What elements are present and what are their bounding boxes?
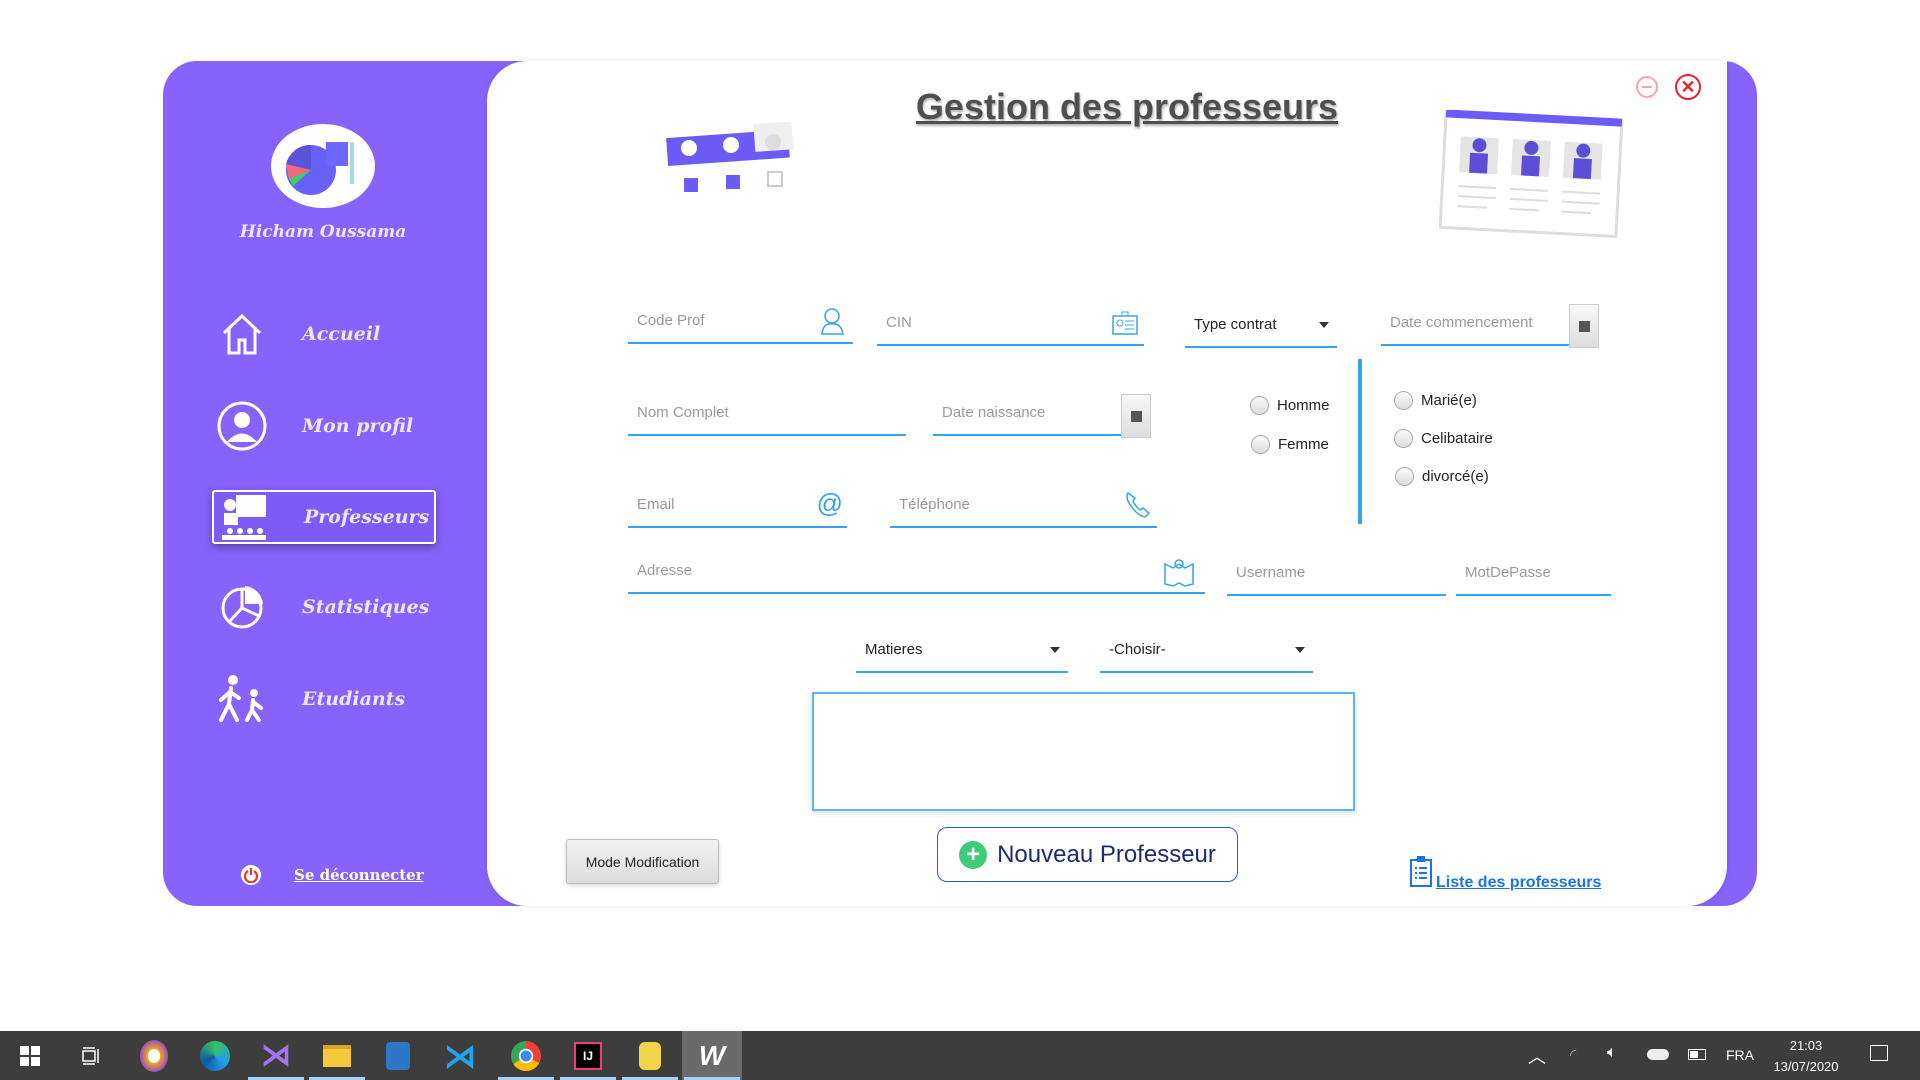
clock[interactable]: 21:03 13/07/2020 bbox=[1766, 1035, 1846, 1077]
power-icon[interactable] bbox=[241, 865, 261, 885]
user-name: Hicham Oussama bbox=[239, 222, 407, 242]
battery-icon[interactable] bbox=[1688, 1049, 1706, 1060]
liste-professeurs-link[interactable]: Liste des professeurs bbox=[1409, 855, 1601, 892]
user-id-icon bbox=[819, 306, 849, 341]
students-icon bbox=[212, 674, 272, 724]
nouveau-professeur-button[interactable]: + Nouveau Professeur bbox=[937, 827, 1238, 882]
pie-chart-icon bbox=[212, 584, 272, 630]
sidebar-item-statistiques[interactable]: Statistiques bbox=[212, 580, 436, 634]
email-field[interactable]: Email @ bbox=[628, 488, 847, 528]
close-icon[interactable]: ✕ bbox=[1675, 74, 1701, 100]
clipboard-list-icon bbox=[1409, 855, 1433, 892]
sql-tool-icon[interactable] bbox=[620, 1031, 680, 1080]
chevron-down-icon bbox=[1050, 647, 1060, 653]
type-contrat-dropdown[interactable]: Type contrat bbox=[1185, 308, 1337, 348]
radio-button[interactable] bbox=[1394, 391, 1413, 410]
username-field[interactable]: Username bbox=[1227, 556, 1446, 596]
radio-homme[interactable]: Homme bbox=[1250, 396, 1330, 415]
radio-celibataire[interactable]: Celibataire bbox=[1394, 429, 1493, 448]
calendar-icon[interactable] bbox=[1569, 304, 1599, 348]
intellij-icon[interactable]: IJ bbox=[558, 1031, 618, 1080]
file-explorer-icon[interactable] bbox=[307, 1031, 367, 1080]
onedrive-icon[interactable] bbox=[1647, 1049, 1669, 1060]
taskbar: ⋊ ⋊ IJ W ︿ ◜ 🔈︎ FRA 21:03 13/07/2020 bbox=[0, 1031, 1920, 1080]
divider bbox=[1358, 359, 1362, 524]
sidebar-item-etudiants[interactable]: Etudiants bbox=[212, 672, 436, 726]
team-illustration bbox=[1438, 109, 1625, 245]
adresse-field[interactable]: Adresse bbox=[628, 554, 1205, 594]
avatar bbox=[271, 124, 375, 208]
notifications-icon[interactable] bbox=[1870, 1045, 1888, 1061]
sidebar-item-professeurs[interactable]: Professeurs bbox=[212, 490, 436, 544]
minimize-icon[interactable] bbox=[1636, 76, 1658, 98]
mode-modification-button[interactable]: Mode Modification bbox=[566, 839, 719, 884]
home-icon bbox=[212, 313, 272, 355]
choisir-dropdown[interactable]: -Choisir- bbox=[1100, 633, 1313, 673]
phone-icon bbox=[1123, 490, 1153, 525]
id-card-icon bbox=[1110, 308, 1140, 343]
user-icon bbox=[212, 401, 272, 451]
edge-icon[interactable] bbox=[185, 1031, 245, 1080]
radio-button[interactable] bbox=[1394, 429, 1413, 448]
windows-start-icon[interactable] bbox=[0, 1031, 60, 1080]
chevron-down-icon bbox=[1295, 647, 1305, 653]
language-indicator[interactable]: FRA bbox=[1726, 1047, 1754, 1063]
motdepasse-field[interactable]: MotDePasse bbox=[1456, 556, 1611, 596]
radio-divorce[interactable]: divorcé(e) bbox=[1395, 467, 1489, 486]
radio-button[interactable] bbox=[1250, 396, 1269, 415]
cin-field[interactable]: CIN bbox=[877, 306, 1144, 346]
nom-complet-field[interactable]: Nom Complet bbox=[628, 396, 906, 436]
volume-icon[interactable]: 🔈︎ bbox=[1607, 1044, 1617, 1062]
radio-marie[interactable]: Marié(e) bbox=[1394, 391, 1477, 410]
teacher-icon bbox=[214, 493, 274, 541]
matieres-list-area[interactable] bbox=[812, 692, 1355, 811]
visual-studio-icon[interactable]: ⋊ bbox=[246, 1031, 306, 1080]
logout-link[interactable]: Se déconnecter bbox=[294, 866, 424, 884]
radio-button[interactable] bbox=[1395, 467, 1414, 486]
radio-femme[interactable]: Femme bbox=[1251, 435, 1329, 454]
at-icon: @ bbox=[816, 488, 843, 518]
telephone-field[interactable]: Téléphone bbox=[890, 488, 1157, 528]
chrome-icon[interactable] bbox=[496, 1031, 556, 1080]
map-icon bbox=[1163, 556, 1195, 593]
chevron-down-icon bbox=[1319, 322, 1329, 328]
sidebar-item-accueil[interactable]: Accueil bbox=[212, 307, 436, 361]
show-hidden-icons[interactable]: ︿ bbox=[1528, 1043, 1546, 1069]
app-w-icon[interactable]: W bbox=[682, 1031, 742, 1080]
checklist-illustration bbox=[665, 121, 797, 203]
date-naissance-picker[interactable]: Date naissance bbox=[933, 394, 1151, 438]
vscode-icon[interactable]: ⋊ bbox=[430, 1031, 490, 1080]
calendar-icon[interactable] bbox=[1121, 394, 1151, 438]
task-view-icon[interactable] bbox=[60, 1031, 120, 1080]
date-commencement-picker[interactable]: Date commencement bbox=[1381, 304, 1599, 348]
matieres-dropdown[interactable]: Matieres bbox=[856, 633, 1068, 673]
azure-data-studio-icon[interactable] bbox=[368, 1031, 428, 1080]
avast-browser-icon[interactable] bbox=[124, 1031, 184, 1080]
sidebar-item-mon-profil[interactable]: Mon profil bbox=[212, 399, 436, 453]
plus-circle-icon: + bbox=[959, 840, 988, 869]
code-prof-field[interactable]: Code Prof bbox=[628, 304, 853, 344]
page-title: Gestion des professeurs bbox=[915, 86, 1339, 127]
radio-button[interactable] bbox=[1251, 435, 1270, 454]
wifi-icon[interactable]: ◜ bbox=[1570, 1045, 1576, 1065]
